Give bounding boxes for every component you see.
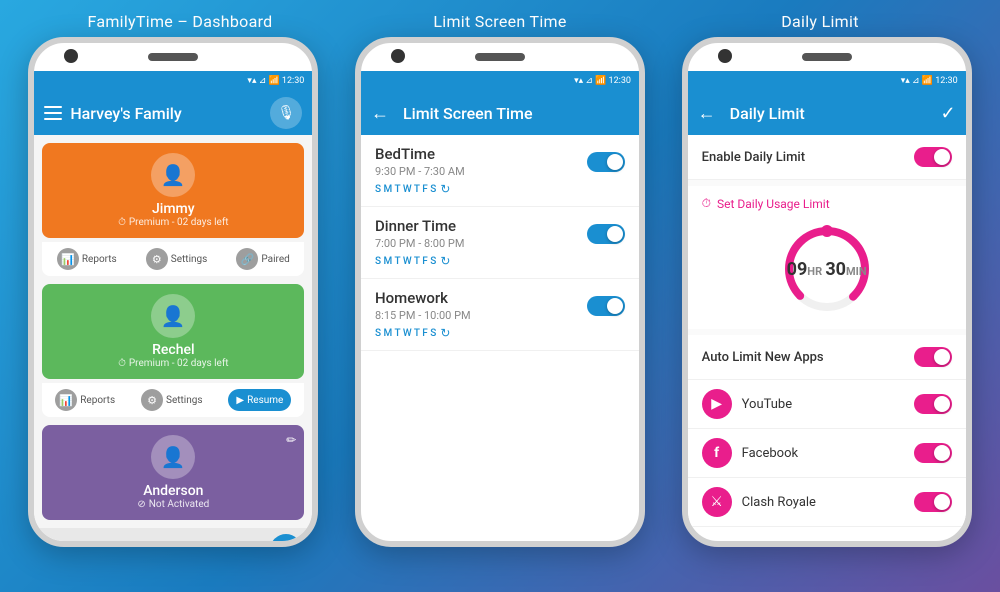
user-card-rechel[interactable]: 👤 Rechel ⏱Premium - 02 days left [42,284,304,379]
user-name-jimmy: Jimmy [152,201,195,217]
phone2-limit-screen: ▾▴ ⊿ 📶 12:30 ← Limit Screen Time BedTime… [355,37,645,547]
auto-limit-row[interactable]: Auto Limit New Apps [688,335,966,380]
user-status-rechel: ⏱Premium - 02 days left [118,358,229,369]
user-actions-rechel: 📊 Reports ⚙ Settings ▶Resume [42,383,304,417]
edit-icon-anderson[interactable]: ✏ [286,433,296,447]
days-dinner: S M T W T F S ↻ [375,254,625,268]
settings-btn-rechel[interactable]: ⚙ Settings [141,389,203,411]
reports-btn-jimmy[interactable]: 📊 Reports [57,248,117,270]
reports-btn-rechel[interactable]: 📊 Reports [55,389,115,411]
time-item-homework-title: Homework [375,289,471,307]
days-homework: S M T W T F S ↻ [375,326,625,340]
set-limit-section: ⏱ Set Daily Usage Limit [688,186,966,329]
paired-btn-jimmy[interactable]: 🔗 Paired [236,248,289,270]
user-status-anderson: ⊘Not Activated [137,499,209,510]
enable-daily-limit-row[interactable]: Enable Daily Limit [688,135,966,180]
settings-icon-jimmy: ⚙ [146,248,168,270]
user-actions-jimmy: 📊 Reports ⚙ Settings 🔗 Paired [42,242,304,276]
resume-btn-rechel[interactable]: ▶Resume [228,389,291,411]
youtube-label: YouTube [742,397,904,412]
avatar-jimmy: 👤 [151,153,195,197]
user-card-jimmy[interactable]: 👤 Jimmy ⏱Premium - 02 days left [42,143,304,238]
settings-btn-jimmy[interactable]: ⚙ Settings [146,248,208,270]
user-card-anderson[interactable]: ✏ 👤 Anderson ⊘Not Activated [42,425,304,520]
clash-icon: ⚔ [702,487,732,517]
status-signal-3: ▾▴ ⊿ 📶 12:30 [901,76,958,86]
toggle-auto-limit[interactable] [914,347,952,367]
clash-label: Clash Royale [742,495,904,510]
avatar-rechel: 👤 [151,294,195,338]
time-item-bedtime-time: 9:30 PM - 7:30 AM [375,165,465,178]
hamburger-icon[interactable] [44,106,62,120]
toggle-bedtime[interactable] [587,152,625,172]
status-signal-1: ▾▴ ⊿ 📶 12:30 [247,76,304,86]
auto-limit-label: Auto Limit New Apps [702,350,824,365]
phone1-content: 👤 Jimmy ⏱Premium - 02 days left 📊 Report… [34,135,312,541]
appbar-title-3: Daily Limit [730,104,805,123]
app-row-facebook[interactable]: f Facebook [688,429,966,478]
user-name-anderson: Anderson [143,483,203,499]
screen-time-list: BedTime 9:30 PM - 7:30 AM S M T W T F S … [361,135,639,351]
time-item-bedtime-title: BedTime [375,145,465,163]
enable-daily-limit-label: Enable Daily Limit [702,150,805,165]
status-signal-2: ▾▴ ⊿ 📶 12:30 [574,76,631,86]
app-row-clash[interactable]: ⚔ Clash Royale [688,478,966,527]
toggle-facebook[interactable] [914,443,952,463]
status-bar-1: ▾▴ ⊿ 📶 12:30 [34,71,312,91]
toggle-dinner[interactable] [587,224,625,244]
phone1-dashboard: ▾▴ ⊿ 📶 12:30 Harvey's Family 🎙 👤 Jimmy ⏱… [28,37,318,547]
time-item-bedtime[interactable]: BedTime 9:30 PM - 7:30 AM S M T W T F S … [361,135,639,207]
phone3-daily-limit: ▾▴ ⊿ 📶 12:30 ← Daily Limit ✓ Enable Dail… [682,37,972,547]
youtube-icon: ▶ [702,389,732,419]
paired-icon-jimmy: 🔗 [236,248,258,270]
time-item-homework-time: 8:15 PM - 10:00 PM [375,309,471,322]
status-bar-2: ▾▴ ⊿ 📶 12:30 [361,71,639,91]
status-bar-3: ▾▴ ⊿ 📶 12:30 [688,71,966,91]
time-item-dinner-title: Dinner Time [375,217,464,235]
daily-content: Enable Daily Limit ⏱ Set Daily Usage Lim… [688,135,966,527]
dial-container[interactable]: 09HR 30MIN [702,219,952,319]
label-phone3: Daily Limit [660,12,980,31]
toggle-homework[interactable] [587,296,625,316]
toggle-enable-daily[interactable] [914,147,952,167]
ft-code-btn[interactable]: 📱FT536 [173,541,234,542]
appbar-3: ← Daily Limit ✓ [688,91,966,135]
facebook-label: Facebook [742,446,904,461]
days-bedtime: S M T W T F S ↻ [375,182,625,196]
facebook-icon: f [702,438,732,468]
user-name-rechel: Rechel [152,342,194,358]
time-item-homework[interactable]: Homework 8:15 PM - 10:00 PM S M T W T F … [361,279,639,351]
toggle-youtube[interactable] [914,394,952,414]
bottom-bar-1: ⚙How to Activate/Pair 📱FT536 + [34,528,312,541]
label-phone2: Limit Screen Time [340,12,660,31]
mic-button[interactable]: 🎙 [270,97,302,129]
back-arrow-2[interactable]: ← [371,103,389,124]
avatar-anderson: 👤 [151,435,195,479]
user-status-jimmy: ⏱Premium - 02 days left [118,217,229,228]
appbar-2: ← Limit Screen Time [361,91,639,135]
toggle-clash[interactable] [914,492,952,512]
reports-icon-rechel: 📊 [55,389,77,411]
add-fab[interactable]: + [270,534,302,541]
reports-icon-jimmy: 📊 [57,248,79,270]
activate-pair-btn[interactable]: ⚙How to Activate/Pair [44,541,165,542]
checkmark-icon[interactable]: ✓ [941,103,956,124]
app-row-youtube[interactable]: ▶ YouTube [688,380,966,429]
back-arrow-3[interactable]: ← [698,103,716,124]
appbar-title-1: Harvey's Family [70,104,270,123]
appbar-1: Harvey's Family 🎙 [34,91,312,135]
settings-icon-rechel: ⚙ [141,389,163,411]
time-item-dinner[interactable]: Dinner Time 7:00 PM - 8:00 PM S M T W T … [361,207,639,279]
appbar-title-2: Limit Screen Time [403,104,629,123]
label-phone1: FamilyTime – Dashboard [20,12,340,31]
time-item-dinner-time: 7:00 PM - 8:00 PM [375,237,464,250]
set-limit-title: ⏱ Set Daily Usage Limit [702,196,952,211]
dial-time-display: 09HR 30MIN [787,259,867,280]
